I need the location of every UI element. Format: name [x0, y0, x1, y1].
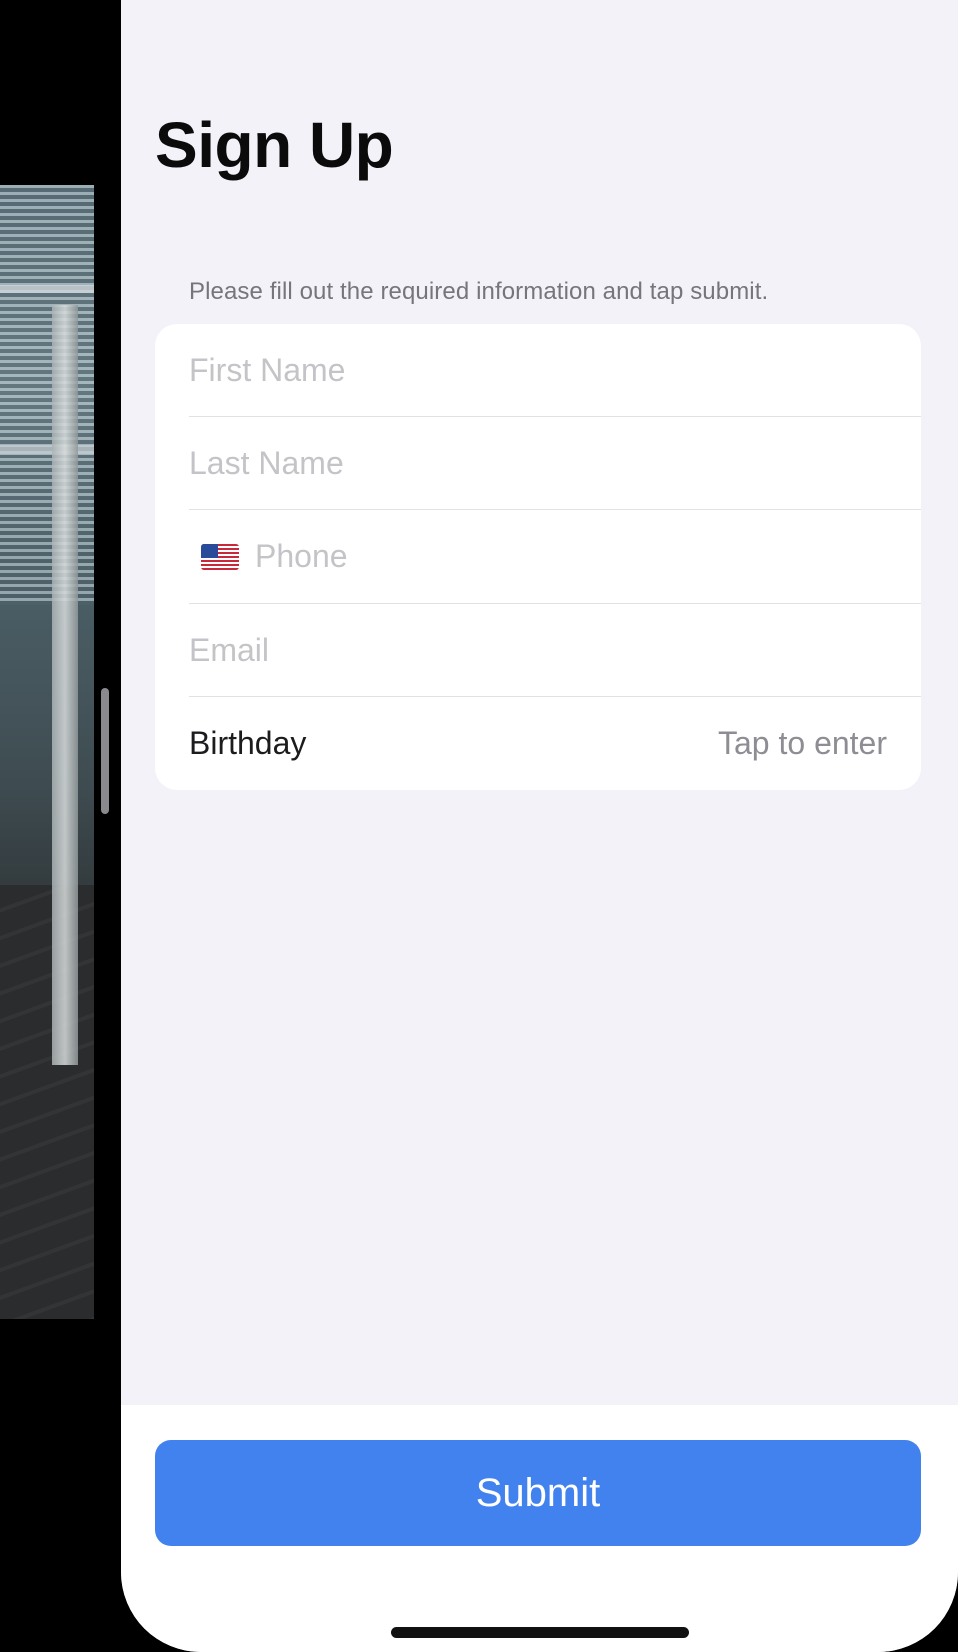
birthday-row[interactable]: Birthday Tap to enter — [155, 697, 921, 790]
birthday-label: Birthday — [189, 724, 307, 761]
split-view-drag-handle[interactable] — [101, 688, 109, 814]
us-flag-icon[interactable] — [201, 543, 239, 570]
first-name-field[interactable] — [189, 352, 887, 390]
window-frame-image — [0, 445, 94, 455]
last-name-field[interactable] — [189, 445, 887, 483]
last-name-row — [155, 417, 921, 511]
window-frame-image — [0, 285, 94, 293]
email-row — [155, 604, 921, 697]
form-hint-text: Please fill out the required information… — [189, 278, 769, 305]
birthday-picker-value[interactable]: Tap to enter — [718, 725, 887, 762]
submit-button[interactable]: Submit — [155, 1440, 921, 1546]
window-blinds-image — [0, 185, 94, 605]
flag-canton — [201, 543, 218, 558]
first-name-row — [155, 324, 921, 418]
phone-row — [155, 510, 921, 604]
home-indicator[interactable] — [391, 1627, 689, 1638]
phone-field[interactable] — [255, 538, 887, 576]
sign-up-panel: Sign Up Please fill out the required inf… — [121, 0, 958, 1652]
page-title: Sign Up — [155, 109, 394, 181]
pillar-image — [52, 305, 78, 1065]
sign-up-form: Birthday Tap to enter — [155, 324, 921, 790]
background-app-preview[interactable] — [0, 185, 94, 1319]
email-field[interactable] — [189, 631, 887, 669]
device-screen: Sign Up Please fill out the required inf… — [0, 0, 958, 1652]
bottom-action-bar: Submit — [121, 1405, 958, 1652]
floor-image — [0, 885, 94, 1319]
